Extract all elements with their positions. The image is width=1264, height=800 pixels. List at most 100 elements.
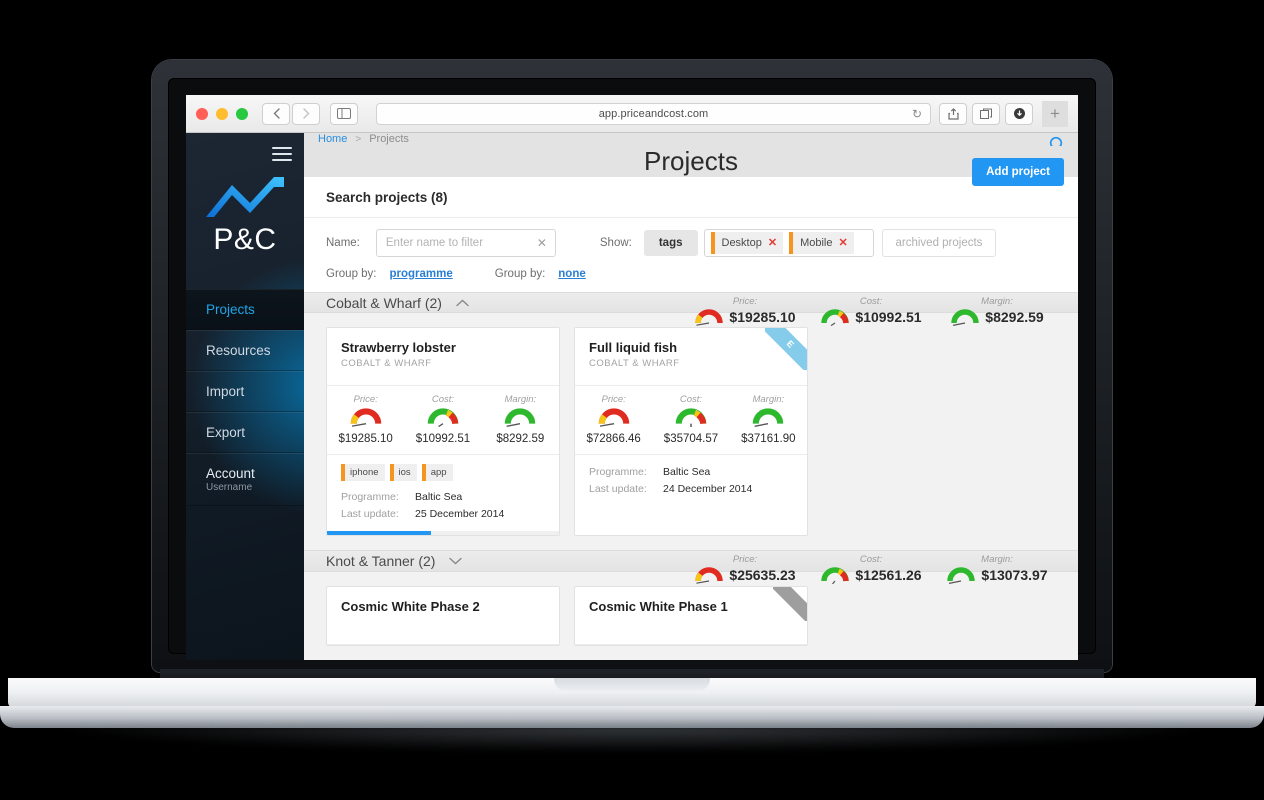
- group-metric-cost: Cost: $10992.51: [808, 296, 934, 326]
- share-icon[interactable]: [939, 102, 967, 125]
- project-card[interactable]: Cosmic White Phase 1: [574, 586, 808, 646]
- breadcrumb-home-link[interactable]: Home: [318, 133, 347, 145]
- group-by-value-1[interactable]: programme: [390, 268, 453, 280]
- browser-window: app.priceandcost.com ↻ + P&C Projects Re…: [186, 95, 1078, 660]
- group-header-knot-tanner[interactable]: Knot & Tanner (2) Price: $25635.23 Cost:…: [304, 550, 1078, 585]
- progress-bar-fill: [327, 531, 432, 536]
- project-tag[interactable]: iphone: [341, 464, 385, 482]
- progress-bar: [327, 531, 559, 536]
- metric-label: Margin:: [752, 394, 785, 406]
- sidebar-item-label: Projects: [206, 302, 255, 317]
- gauge-margin-icon: [482, 407, 559, 432]
- project-title: Cosmic White Phase 1: [589, 599, 728, 614]
- metric-value: $72866.46: [586, 433, 641, 446]
- group-name: Knot & Tanner (2): [326, 553, 436, 570]
- card-metric-margin: Margin: $8292.59: [482, 394, 559, 445]
- tag-filter-box[interactable]: Desktop ✕ Mobile ✕: [703, 228, 874, 257]
- gauge-price-icon: [695, 567, 724, 585]
- project-programme-group: COBALT & WHARF: [589, 358, 680, 370]
- metric-label: Margin:: [981, 554, 1013, 566]
- metric-value: $37161.90: [741, 433, 796, 446]
- metric-value: $13073.97: [981, 567, 1048, 584]
- metric-label: Cost:: [859, 295, 883, 307]
- browser-toolbar: app.priceandcost.com ↻ +: [186, 95, 1078, 133]
- sidebar-item-projects[interactable]: Projects: [186, 289, 304, 330]
- last-update-row: Last update: 25 December 2014: [341, 506, 545, 523]
- last-update-label: Last update:: [341, 508, 399, 521]
- sidebar-item-resources[interactable]: Resources: [186, 330, 304, 371]
- project-title: Cosmic White Phase 2: [341, 599, 480, 614]
- minimize-window-button[interactable]: [216, 107, 228, 120]
- sidebar-item-import[interactable]: Import: [186, 371, 304, 412]
- add-project-button[interactable]: Add project: [972, 157, 1064, 186]
- reload-icon[interactable]: ↻: [912, 107, 922, 121]
- group-metric-margin: Margin: $8292.59: [934, 296, 1060, 326]
- address-bar[interactable]: app.priceandcost.com ↻: [376, 102, 931, 125]
- filter-row-primary: Name: Enter name to filter ✕ Show: tags …: [326, 228, 1056, 257]
- back-button[interactable]: [262, 102, 290, 125]
- project-tag[interactable]: app: [421, 464, 453, 482]
- sidebar-item-label: Import: [206, 384, 245, 399]
- tag-chip-desktop[interactable]: Desktop ✕: [710, 231, 784, 254]
- group-header-cobalt-wharf[interactable]: Cobalt & Wharf (2) Price: $19285.10 Cost…: [304, 291, 1078, 326]
- sidebar-item-label: Export: [206, 425, 246, 440]
- card-metric-cost: Cost: $35704.57: [652, 394, 729, 445]
- programme-row: Programme: Baltic Sea: [589, 464, 793, 481]
- tab-overview-icon[interactable]: [972, 102, 1000, 125]
- gauge-cost-icon: [404, 407, 481, 432]
- project-card[interactable]: Strawberry lobster COBALT & WHARF Price:: [326, 327, 560, 537]
- card-metrics: Price: $19285.10 Cost: $10992.51 Margin:…: [327, 386, 559, 456]
- gauge-price-icon: [695, 309, 724, 326]
- sidebar-item-account[interactable]: Account Username: [186, 453, 304, 506]
- group-by-label-1: Group by:: [326, 267, 377, 280]
- project-card[interactable]: E Full liquid fish COBALT & WHARF Price:: [574, 327, 808, 537]
- maximize-window-button[interactable]: [236, 107, 248, 120]
- metric-label: Price:: [601, 394, 626, 406]
- page-title: Projects: [644, 145, 738, 176]
- chevron-down-icon[interactable]: [449, 552, 463, 570]
- archived-projects-filter[interactable]: archived projects: [881, 228, 997, 257]
- project-card[interactable]: Cosmic White Phase 2: [326, 586, 560, 646]
- close-x-icon[interactable]: ✕: [537, 236, 547, 250]
- brand-name: P&C: [213, 223, 277, 256]
- screenshot-stage: app.priceandcost.com ↻ + P&C Projects Re…: [0, 0, 1264, 800]
- group-by-value-2[interactable]: none: [558, 268, 585, 280]
- main-content: Home > Projects Projects Add project Sea…: [304, 133, 1078, 660]
- close-window-button[interactable]: [196, 107, 208, 120]
- close-x-icon[interactable]: ✕: [838, 236, 847, 249]
- hamburger-menu-icon[interactable]: [272, 147, 292, 165]
- metric-label: Price:: [732, 554, 758, 566]
- new-tab-button[interactable]: +: [1042, 100, 1068, 127]
- card-metric-price: Price: $72866.46: [575, 394, 652, 445]
- metric-value: $19285.10: [338, 433, 393, 446]
- window-controls[interactable]: [196, 107, 248, 120]
- gauge-cost-icon: [821, 567, 850, 585]
- laptop-shadow: [60, 726, 1204, 752]
- last-update-label: Last update:: [589, 483, 647, 496]
- search-panel: Search projects (8) Name: Enter name to …: [304, 176, 1078, 292]
- card-slot-empty: [822, 327, 1056, 536]
- metric-label: Cost:: [431, 394, 455, 406]
- metric-value: $25635.23: [729, 567, 796, 584]
- tags-button[interactable]: tags: [643, 229, 698, 256]
- project-tag[interactable]: ios: [389, 464, 417, 482]
- toolbar-actions[interactable]: +: [939, 100, 1068, 127]
- chart-arrow-logo-icon: [206, 177, 284, 217]
- status-ribbon: [773, 587, 807, 621]
- close-x-icon[interactable]: ✕: [768, 236, 777, 249]
- sidebar-item-export[interactable]: Export: [186, 412, 304, 453]
- card-header: Cosmic White Phase 2: [327, 587, 559, 645]
- group-metrics: Price: $25635.23 Cost: $12561.26 Margin:…: [682, 554, 1060, 585]
- forward-button[interactable]: [292, 102, 320, 125]
- download-icon[interactable]: [1005, 102, 1033, 125]
- breadcrumb-separator: >: [355, 133, 362, 145]
- group-metrics: Price: $19285.10 Cost: $10992.51 Margin:…: [682, 296, 1060, 326]
- search-input[interactable]: Enter name to filter ✕: [375, 228, 556, 257]
- tag-chip-mobile[interactable]: Mobile ✕: [789, 231, 854, 254]
- metric-label: Price:: [353, 394, 378, 406]
- chevron-up-icon[interactable]: [456, 294, 469, 312]
- url-text: app.priceandcost.com: [598, 107, 709, 120]
- metric-value: $19285.10: [729, 308, 796, 325]
- sidebar-panel-icon[interactable]: [330, 102, 358, 125]
- navigation-buttons[interactable]: [262, 102, 320, 125]
